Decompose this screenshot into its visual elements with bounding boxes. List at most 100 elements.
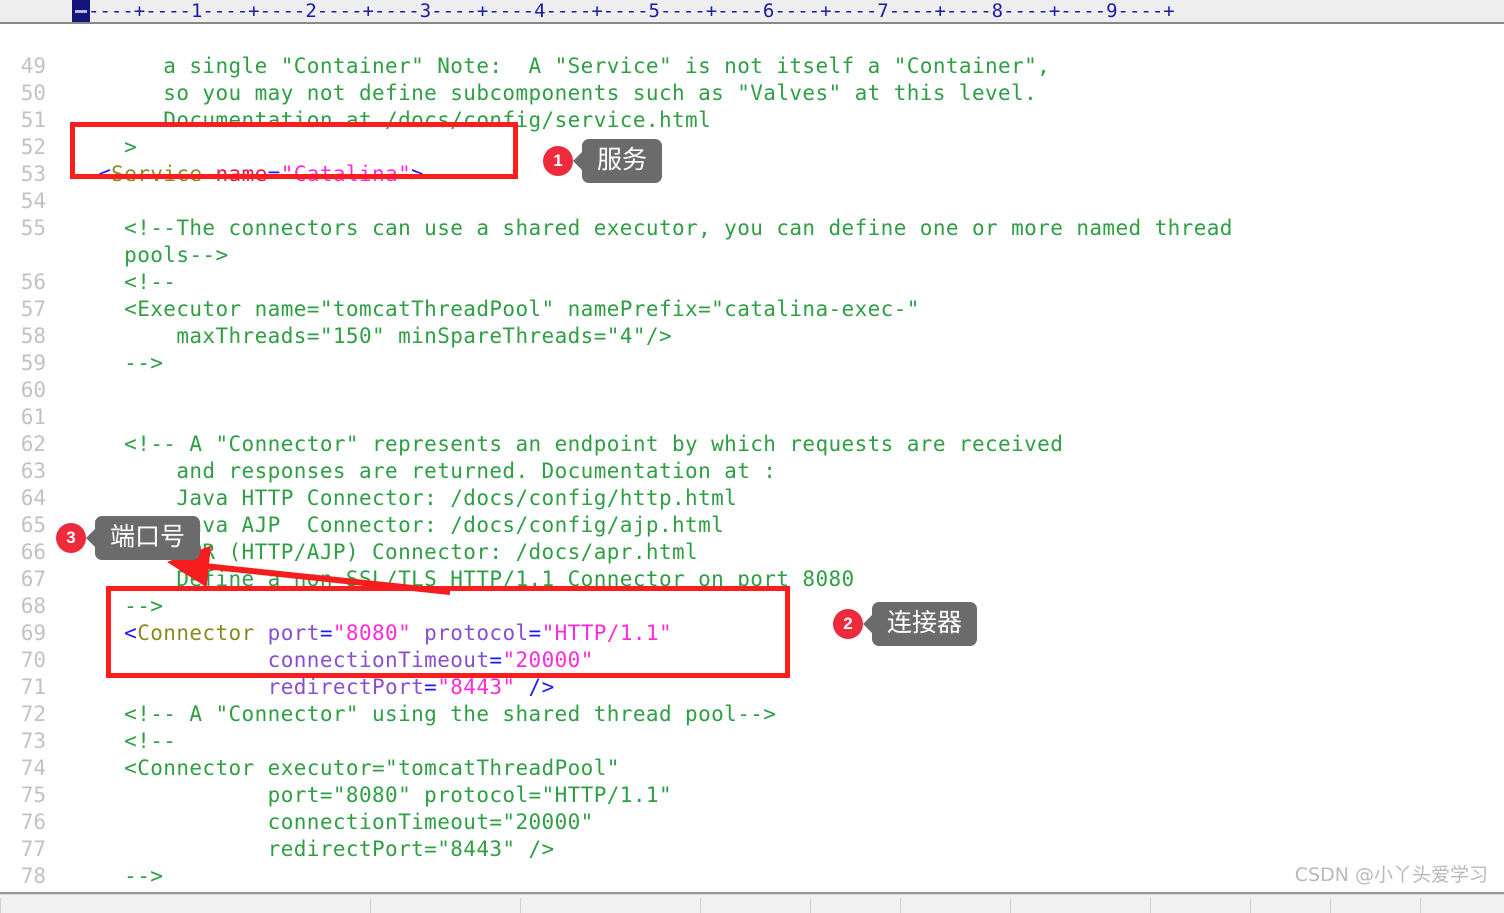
code-line-62[interactable]: <!-- A "Connector" represents an endpoin… <box>72 432 1063 456</box>
line-number-67: 67 <box>20 567 46 591</box>
line-number-78: 78 <box>20 864 46 888</box>
code-token: protocol <box>411 621 529 645</box>
code-line-67[interactable]: Define a non-SSL/TLS HTTP/1.1 Connector … <box>72 567 855 591</box>
status-bar-divider <box>1150 898 1151 913</box>
line-number-63: 63 <box>20 459 46 483</box>
status-bar-divider <box>1420 898 1421 913</box>
line-number-73: 73 <box>20 729 46 753</box>
code-line-wrap-7[interactable]: pools--> <box>72 243 229 267</box>
code-token: > <box>72 135 138 159</box>
code-token: connectionTimeout <box>72 648 490 672</box>
code-line-55[interactable]: <!--The connectors can use a shared exec… <box>72 216 1233 240</box>
code-token: <Executor name="tomcatThreadPool" namePr… <box>72 297 920 321</box>
code-line-51[interactable]: Documentation at /docs/config/service.ht… <box>72 108 711 132</box>
line-number-61: 61 <box>20 405 46 429</box>
code-token: and responses are returned. Documentatio… <box>72 459 777 483</box>
code-line-78[interactable]: --> <box>72 864 163 888</box>
status-bar-divider <box>700 898 701 913</box>
line-number-59: 59 <box>20 351 46 375</box>
callout-badge-1: 1 <box>543 146 573 176</box>
code-token: connectionTimeout="20000" <box>72 810 594 834</box>
code-token: < <box>72 621 138 645</box>
code-line-64[interactable]: Java HTTP Connector: /docs/config/http.h… <box>72 486 737 510</box>
line-number-62: 62 <box>20 432 46 456</box>
code-line-72[interactable]: <!-- A "Connector" using the shared thre… <box>72 702 776 726</box>
code-line-50[interactable]: so you may not define subcomponents such… <box>72 81 1037 105</box>
code-token: --> <box>72 351 164 375</box>
line-number-56: 56 <box>20 270 46 294</box>
line-number-60: 60 <box>20 378 46 402</box>
line-number-70: 70 <box>20 648 46 672</box>
code-token: = <box>528 621 542 645</box>
line-number-51: 51 <box>20 108 46 132</box>
code-token: < <box>72 162 112 186</box>
code-line-71[interactable]: redirectPort="8443" /> <box>72 675 555 699</box>
code-editor-pane[interactable]: 49 50 51 52 53 54 55 56 57 58 59 60 61 62 63 64 65 66 67 68… <box>0 24 1504 889</box>
line-number-49: 49 <box>20 54 46 78</box>
status-bar-divider <box>810 898 811 913</box>
status-bar-divider <box>0 898 1 913</box>
code-token: = <box>267 162 281 186</box>
line-number-52: 52 <box>20 135 46 159</box>
bottom-status-bar[interactable] <box>0 894 1504 913</box>
status-bar-divider <box>1250 898 1251 913</box>
code-token: /> <box>515 675 555 699</box>
callout-service: 1 服务 <box>543 139 663 183</box>
code-token: <!-- <box>72 270 177 294</box>
line-number-55: 55 <box>20 216 46 240</box>
csdn-watermark: CSDN @小丫头爱学习 <box>1294 864 1488 886</box>
code-line-69[interactable]: <Connector port="8080" protocol="HTTP/1.… <box>72 621 672 645</box>
code-token: pools--> <box>72 243 229 267</box>
code-token: <!--The connectors can use a shared exec… <box>72 216 1233 240</box>
code-token: "8443" <box>437 675 516 699</box>
code-token: "HTTP/1.1" <box>541 621 673 645</box>
code-line-74[interactable]: <Connector executor="tomcatThreadPool" <box>72 756 620 780</box>
callout-label-3: 端口号 <box>95 516 201 560</box>
line-number-57: 57 <box>20 297 46 321</box>
code-token: Define a non-SSL/TLS HTTP/1.1 Connector … <box>72 567 855 591</box>
editor-ruler: ----+----1----+----2----+----3----+----4… <box>0 0 1504 24</box>
code-token: <!-- <box>72 729 177 753</box>
code-token: redirectPort <box>72 675 425 699</box>
line-number-53: 53 <box>20 162 46 186</box>
code-token: Documentation at /docs/config/service.ht… <box>72 108 712 132</box>
code-line-77[interactable]: redirectPort="8443" /> <box>72 837 555 861</box>
line-number-77: 77 <box>20 837 46 861</box>
line-number-75: 75 <box>20 783 46 807</box>
code-token: = <box>489 648 503 672</box>
code-token: redirectPort="8443" /> <box>72 837 555 861</box>
code-line-53[interactable]: <Service name="Catalina"> <box>72 162 424 186</box>
code-token: Connector <box>137 621 255 645</box>
code-line-49[interactable]: a single "Container" Note: A "Service" i… <box>72 54 1050 78</box>
code-line-75[interactable]: port="8080" protocol="HTTP/1.1" <box>72 783 672 807</box>
code-line-56[interactable]: <!-- <box>72 270 176 294</box>
code-token: = <box>319 621 333 645</box>
callout-port: 3 端口号 <box>56 516 201 560</box>
callout-badge-3: 3 <box>56 523 86 553</box>
code-line-59[interactable]: --> <box>72 351 163 375</box>
code-token: port="8080" protocol="HTTP/1.1" <box>72 783 672 807</box>
line-number-68: 68 <box>20 594 46 618</box>
status-bar-divider <box>1330 898 1331 913</box>
code-line-58[interactable]: maxThreads="150" minSpareThreads="4"/> <box>72 324 672 348</box>
code-line-52[interactable]: > <box>72 135 137 159</box>
callout-label-1: 服务 <box>582 139 663 183</box>
line-number-74: 74 <box>20 756 46 780</box>
code-token: a single "Container" Note: A "Service" i… <box>72 54 1051 78</box>
line-number-66: 66 <box>20 540 46 564</box>
line-number-54: 54 <box>20 189 46 213</box>
code-line-63[interactable]: and responses are returned. Documentatio… <box>72 459 776 483</box>
code-token: --> <box>72 864 164 888</box>
code-line-73[interactable]: <!-- <box>72 729 176 753</box>
code-line-57[interactable]: <Executor name="tomcatThreadPool" namePr… <box>72 297 920 321</box>
code-token: maxThreads="150" minSpareThreads="4"/> <box>72 324 672 348</box>
callout-badge-2: 2 <box>833 609 863 639</box>
code-token: > <box>411 162 425 186</box>
code-line-68[interactable]: --> <box>72 594 163 618</box>
status-bar-divider <box>520 898 521 913</box>
code-line-70[interactable]: connectionTimeout="20000" <box>72 648 594 672</box>
code-token: name <box>202 162 268 186</box>
line-number-72: 72 <box>20 702 46 726</box>
line-number-64: 64 <box>20 486 46 510</box>
code-line-76[interactable]: connectionTimeout="20000" <box>72 810 594 834</box>
